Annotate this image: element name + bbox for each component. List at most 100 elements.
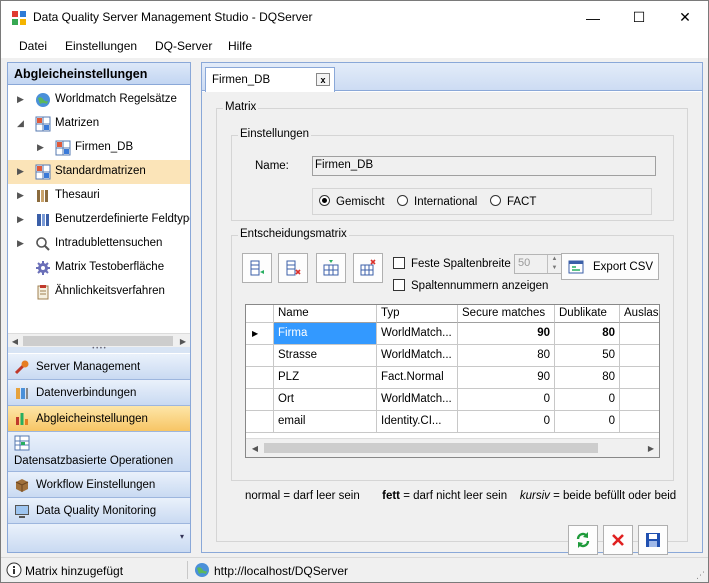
tree-item-firmen-db[interactable]: ▶ Firmen_DB (8, 136, 190, 160)
scroll-right-arrow-icon[interactable]: ▶ (176, 334, 190, 348)
menu-datei[interactable]: Datei (19, 39, 47, 53)
export-csv-button[interactable]: Export CSV (561, 253, 659, 280)
tab-firmen-db[interactable]: Firmen_DB x (205, 67, 335, 92)
tree-item-benutzerdefinierte-feldtypen[interactable]: ▶ Benutzerdefinierte Feldtype (8, 208, 190, 232)
expand-arrow-icon[interactable]: ▶ (17, 190, 24, 201)
fixed-column-width-checkbox[interactable]: Feste Spaltenbreite (393, 257, 511, 270)
cell-secure-matches[interactable]: 0 (458, 389, 555, 411)
scroll-left-arrow-icon[interactable]: ◀ (8, 334, 22, 348)
cell-typ[interactable]: Fact.Normal (377, 367, 458, 389)
cell-secure-matches[interactable]: 90 (458, 323, 555, 345)
expand-arrow-icon[interactable]: ▶ (17, 166, 24, 177)
scroll-right-arrow-icon[interactable]: ▶ (644, 441, 658, 455)
cell-dublikate[interactable]: 0 (555, 389, 620, 411)
nav-server-management[interactable]: Server Management (8, 354, 190, 380)
table-row[interactable]: PLZ Fact.Normal 90 80 (246, 367, 659, 389)
tree-item-intradublettensuchen[interactable]: ▶ Intradublettensuchen (8, 232, 190, 256)
expand-arrow-icon[interactable]: ▶ (37, 142, 44, 153)
remove-column-button[interactable] (353, 253, 383, 283)
grid-horizontal-scrollbar[interactable]: ◀ ▶ (246, 438, 659, 457)
cell-auslass[interactable] (620, 389, 659, 411)
status-message: Matrix hinzugefügt (25, 564, 124, 578)
tab-close-button[interactable]: x (316, 73, 330, 86)
cancel-button[interactable] (603, 525, 633, 555)
tree-item-worldmatch-regelsaetze[interactable]: ▶ Worldmatch Regelsätze (8, 88, 190, 112)
name-field[interactable]: Firmen_DB (312, 156, 656, 176)
cell-auslass[interactable] (620, 345, 659, 367)
minimize-button[interactable]: — (570, 1, 616, 34)
column-width-spinner[interactable]: 50 ▲ ▼ (514, 254, 562, 274)
settings-tree: ▶ Worldmatch Regelsätze ◢ Matrizen ▶ Fir… (8, 86, 190, 334)
column-header-dublikate[interactable]: Dublikate (555, 305, 620, 323)
column-header-auslass[interactable]: Auslass (620, 305, 659, 323)
scroll-left-arrow-icon[interactable]: ◀ (248, 441, 262, 455)
tree-item-standardmatrizen[interactable]: ▶ Standardmatrizen (8, 160, 190, 184)
menu-dq-server[interactable]: DQ-Server (155, 39, 212, 53)
cell-auslass[interactable] (620, 411, 659, 433)
tree-item-matrizen[interactable]: ◢ Matrizen (8, 112, 190, 136)
radio-international[interactable]: International (397, 195, 477, 208)
nav-datensatzbasierte-operationen[interactable]: Datensatzbasierte Operationen (8, 432, 190, 472)
tree-horizontal-scrollbar[interactable]: ◀ ▶ (8, 333, 190, 347)
nav-overflow-bar[interactable]: ▾ (8, 524, 190, 552)
cell-secure-matches[interactable]: 80 (458, 345, 555, 367)
row-header (246, 345, 274, 367)
maximize-button[interactable]: ☐ (616, 1, 662, 34)
expand-arrow-icon[interactable]: ▶ (17, 94, 24, 105)
expand-arrow-icon[interactable]: ▶ (17, 214, 24, 225)
group-title: Matrix (223, 101, 259, 113)
cell-name[interactable]: PLZ (274, 367, 377, 389)
cell-secure-matches[interactable]: 90 (458, 367, 555, 389)
nav-data-quality-monitoring[interactable]: Data Quality Monitoring (8, 498, 190, 524)
cell-name[interactable]: Firma (274, 323, 377, 345)
pane-splitter[interactable]: • • • • (8, 346, 190, 353)
cell-auslass[interactable] (620, 323, 659, 345)
menu-einstellungen[interactable]: Einstellungen (65, 39, 137, 53)
add-row-button[interactable] (242, 253, 272, 283)
cell-typ[interactable]: WorldMatch... (377, 389, 458, 411)
table-row[interactable]: ▶ Firma WorldMatch... 90 80 (246, 323, 659, 345)
cell-dublikate[interactable]: 50 (555, 345, 620, 367)
column-header-name[interactable]: Name (274, 305, 377, 323)
scrollbar-thumb[interactable] (264, 443, 598, 453)
remove-row-button[interactable] (278, 253, 308, 283)
column-header-secure-matches[interactable]: Secure matches (458, 305, 555, 323)
cell-dublikate[interactable]: 80 (555, 323, 620, 345)
save-button[interactable] (638, 525, 668, 555)
tree-item-thesauri[interactable]: ▶ Thesauri (8, 184, 190, 208)
menu-hilfe[interactable]: Hilfe (228, 39, 252, 53)
nav-workflow-einstellungen[interactable]: Workflow Einstellungen (8, 472, 190, 498)
cell-name[interactable]: Ort (274, 389, 377, 411)
cell-typ[interactable]: WorldMatch... (377, 323, 458, 345)
decision-matrix-grid[interactable]: Name Typ Secure matches Dublikate Auslas… (245, 304, 660, 458)
cell-dublikate[interactable]: 0 (555, 411, 620, 433)
cell-dublikate[interactable]: 80 (555, 367, 620, 389)
nav-abgleicheinstellungen[interactable]: Abgleicheinstellungen (8, 406, 190, 432)
scrollbar-thumb[interactable] (23, 336, 173, 346)
tree-item-aehnlichkeitsverfahren[interactable]: Ähnlichkeitsverfahren (8, 280, 190, 304)
table-row[interactable]: Ort WorldMatch... 0 0 (246, 389, 659, 411)
show-column-numbers-checkbox[interactable]: Spaltennummern anzeigen (393, 279, 548, 292)
refresh-button[interactable] (568, 525, 598, 555)
cell-typ[interactable]: WorldMatch... (377, 345, 458, 367)
expand-arrow-icon[interactable]: ▶ (17, 238, 24, 249)
close-button[interactable]: ✕ (662, 1, 708, 34)
radio-gemischt[interactable]: Gemischt (319, 195, 385, 208)
column-header-typ[interactable]: Typ (377, 305, 458, 323)
tree-item-matrix-testoberflaeche[interactable]: Matrix Testoberfläche (8, 256, 190, 280)
add-column-button[interactable] (316, 253, 346, 283)
cell-secure-matches[interactable]: 0 (458, 411, 555, 433)
collapse-arrow-icon[interactable]: ◢ (17, 118, 24, 129)
nav-datenverbindungen[interactable]: Datenverbindungen (8, 380, 190, 406)
cell-typ[interactable]: Identity.CI... (377, 411, 458, 433)
overflow-chevron-icon[interactable]: ▾ (180, 532, 184, 541)
resize-grip-icon[interactable]: ⋰ (696, 570, 705, 581)
spinner-arrows[interactable]: ▲ ▼ (547, 255, 561, 273)
cell-name[interactable]: Strasse (274, 345, 377, 367)
cell-auslass[interactable] (620, 367, 659, 389)
cell-name[interactable]: email (274, 411, 377, 433)
box-icon (15, 479, 29, 492)
table-row[interactable]: Strasse WorldMatch... 80 50 (246, 345, 659, 367)
radio-fact[interactable]: FACT (490, 195, 536, 208)
table-row[interactable]: email Identity.CI... 0 0 (246, 411, 659, 433)
